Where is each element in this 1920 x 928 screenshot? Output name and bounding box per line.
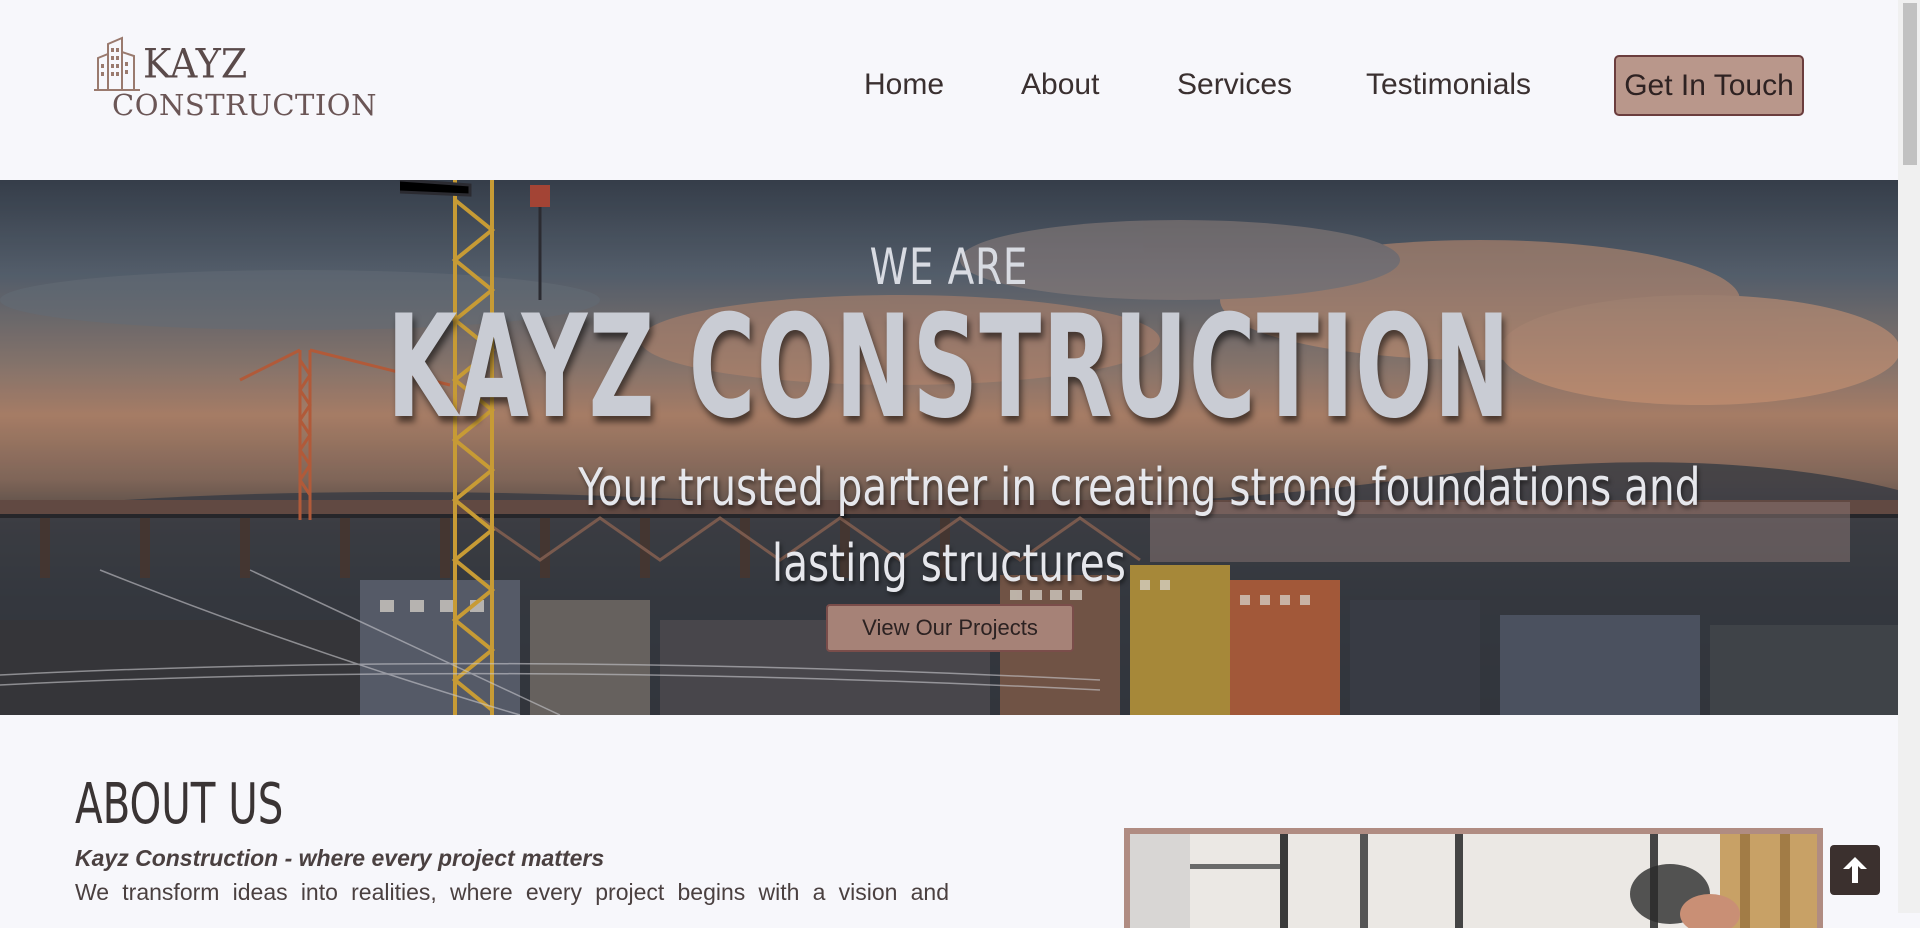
brand-logo[interactable]: KAYZ CONSTRUCTION <box>94 36 376 122</box>
about-image <box>1124 828 1823 928</box>
building-icon <box>94 36 140 91</box>
arrow-up-icon <box>1843 857 1867 883</box>
back-to-top-button[interactable] <box>1830 845 1880 895</box>
hero-subtitle-line2: lasting structures <box>772 534 1126 594</box>
brand-name-line1: KAYZ <box>143 40 248 88</box>
nav-services-link[interactable]: Services <box>1177 68 1292 102</box>
nav-home-link[interactable]: Home <box>864 68 944 102</box>
get-in-touch-button[interactable]: Get In Touch <box>1614 55 1804 116</box>
page-scrollbar[interactable] <box>1898 0 1920 913</box>
brand-name-line2: CONSTRUCTION <box>112 88 377 122</box>
hero-title: KAYZ CONSTRUCTION <box>386 285 1512 450</box>
nav-about-link[interactable]: About <box>1021 68 1099 102</box>
site-header: KAYZ CONSTRUCTION Home About Services Te… <box>0 0 1898 180</box>
scrollbar-thumb[interactable] <box>1903 3 1917 165</box>
about-section-title: ABOUT US <box>75 772 284 837</box>
about-body-text: We transform ideas into realities, where… <box>75 879 949 905</box>
nav-testimonials-link[interactable]: Testimonials <box>1366 68 1531 102</box>
hero-subtitle-line1: Your trusted partner in creating strong … <box>578 458 1701 518</box>
hero-banner: WE ARE KAYZ CONSTRUCTION Your trusted pa… <box>0 180 1898 715</box>
about-image-photo <box>1130 834 1817 928</box>
view-projects-button[interactable]: View Our Projects <box>826 604 1074 652</box>
hero-subtitle: Your trusted partner in creating strong … <box>420 450 1700 602</box>
about-tagline: Kayz Construction - where every project … <box>75 845 605 871</box>
